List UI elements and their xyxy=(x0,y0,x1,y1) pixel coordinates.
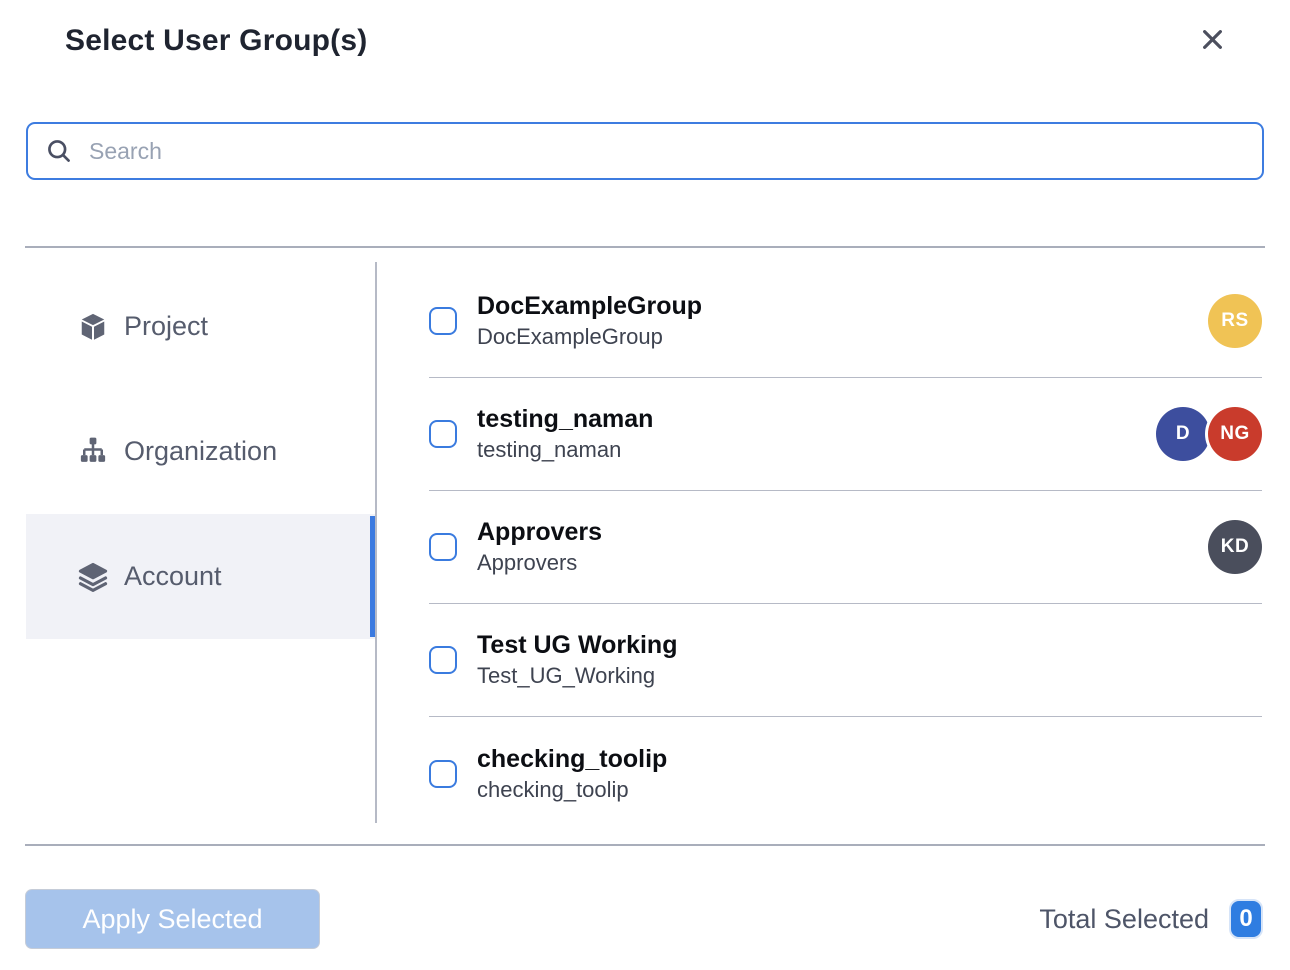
group-checkbox[interactable] xyxy=(429,307,457,335)
total-selected-label: Total Selected xyxy=(1039,904,1209,935)
user-group-list: DocExampleGroup DocExampleGroup RS testi… xyxy=(377,248,1262,844)
group-text: DocExampleGroup DocExampleGroup xyxy=(477,292,702,350)
group-subtitle: DocExampleGroup xyxy=(477,324,702,350)
apply-selected-button[interactable]: Apply Selected xyxy=(25,889,320,949)
total-selected: Total Selected 0 xyxy=(1039,899,1263,939)
cube-icon xyxy=(78,312,108,342)
avatar: KD xyxy=(1208,520,1262,574)
group-title: Approvers xyxy=(477,518,602,547)
select-user-groups-modal: Select User Group(s) xyxy=(0,0,1290,970)
list-item[interactable]: DocExampleGroup DocExampleGroup RS xyxy=(429,265,1262,378)
group-text: Approvers Approvers xyxy=(477,518,602,576)
group-avatars: RS xyxy=(1208,294,1262,348)
group-subtitle: testing_naman xyxy=(477,437,653,463)
modal-footer: Apply Selected Total Selected 0 xyxy=(25,889,1263,949)
org-chart-icon xyxy=(78,437,108,467)
list-item[interactable]: Approvers Approvers KD xyxy=(429,491,1262,604)
group-text: checking_toolip checking_toolip xyxy=(477,745,667,803)
modal-content: Project Organization xyxy=(0,248,1290,844)
footer-divider xyxy=(25,844,1265,846)
avatar: NG xyxy=(1208,407,1262,461)
close-button[interactable] xyxy=(1197,24,1228,58)
group-checkbox[interactable] xyxy=(429,420,457,448)
modal-header: Select User Group(s) xyxy=(0,0,1290,58)
group-title: Test UG Working xyxy=(477,631,677,660)
layers-icon xyxy=(78,562,108,592)
sidebar-item-label: Account xyxy=(124,561,222,592)
total-selected-count-badge: 0 xyxy=(1229,899,1263,939)
avatar: RS xyxy=(1208,294,1262,348)
scope-sidebar: Project Organization xyxy=(0,248,375,844)
group-checkbox[interactable] xyxy=(429,533,457,561)
close-icon xyxy=(1199,26,1226,56)
list-item[interactable]: Test UG Working Test_UG_Working xyxy=(429,604,1262,717)
search-icon xyxy=(45,137,73,165)
group-text: testing_naman testing_naman xyxy=(477,405,653,463)
group-subtitle: Approvers xyxy=(477,550,602,576)
group-checkbox[interactable] xyxy=(429,646,457,674)
group-title: DocExampleGroup xyxy=(477,292,702,321)
sidebar-item-label: Organization xyxy=(124,436,277,467)
group-text: Test UG Working Test_UG_Working xyxy=(477,631,677,689)
list-item[interactable]: checking_toolip checking_toolip xyxy=(429,717,1262,830)
list-item[interactable]: testing_naman testing_naman D NG xyxy=(429,378,1262,491)
sidebar-item-label: Project xyxy=(124,311,208,342)
group-title: checking_toolip xyxy=(477,745,667,774)
sidebar-item-organization[interactable]: Organization xyxy=(26,389,375,514)
group-checkbox[interactable] xyxy=(429,760,457,788)
avatar: D xyxy=(1156,407,1210,461)
group-avatars: KD xyxy=(1208,520,1262,574)
page-title: Select User Group(s) xyxy=(65,24,367,58)
group-subtitle: checking_toolip xyxy=(477,777,667,803)
group-avatars: D NG xyxy=(1156,407,1262,461)
search-input[interactable] xyxy=(89,138,1245,165)
sidebar-item-account[interactable]: Account xyxy=(26,514,375,639)
group-subtitle: Test_UG_Working xyxy=(477,663,677,689)
group-title: testing_naman xyxy=(477,405,653,434)
sidebar-item-project[interactable]: Project xyxy=(26,264,375,389)
search-box xyxy=(26,122,1264,180)
